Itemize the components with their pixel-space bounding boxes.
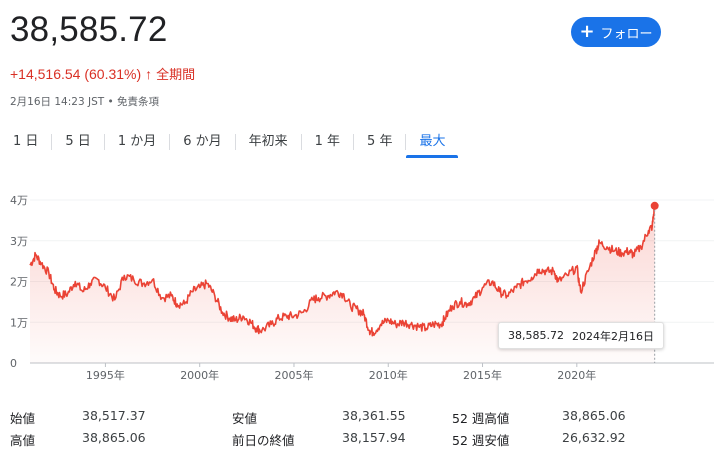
stat-52w-high: 52 週高値 38,865.06 [452,408,662,427]
stats-row: 高値 38,865.06 前日の終値 38,157.94 52 週安値 26,6… [10,428,710,450]
y-tick-label: 2万 [10,276,28,289]
arrow-up-icon: ↑ [145,65,153,82]
tooltip-value: 38,585.72 [508,329,564,342]
follow-label: フォロー [600,26,653,42]
stat-label: 52 週安値 [452,432,510,448]
tab-1m[interactable]: 1 か月 [105,132,169,158]
tab-1y[interactable]: 1 年 [302,132,353,158]
change-period: 全期間 [156,68,196,83]
stat-low: 安値 38,361.55 [232,408,452,427]
tab-5y[interactable]: 5 年 [354,132,405,158]
stat-label: 高値 [10,432,36,448]
tab-max[interactable]: 最大 [406,132,459,158]
stat-value: 38,517.37 [82,407,146,423]
stat-label: 安値 [232,410,258,426]
price-chart[interactable]: 0 1万 2万 3万 4万 1995年 2000年 2005年 2010年 2015年 2020年 [0,180,714,395]
tab-5d[interactable]: 5 日 [52,132,103,158]
stats-row: 始値 38,517.37 安値 38,361.55 52 週高値 38,865.… [10,406,710,428]
last-point-marker [650,201,659,210]
timestamp-disclaimer[interactable]: 2月16日 14:23 JST • 免責条項 [10,94,159,109]
x-tick-label: 2015年 [463,368,502,382]
stat-value: 26,632.92 [562,429,626,445]
plus-icon: + [579,21,595,42]
stat-high: 高値 38,865.06 [10,430,232,449]
key-stats: 始値 38,517.37 安値 38,361.55 52 週高値 38,865.… [10,406,710,450]
change-value: +14,516.54 (60.31%) [10,65,142,82]
stat-prev-close: 前日の終値 38,157.94 [232,430,452,449]
x-tick-label: 2020年 [557,368,596,382]
price-chart-svg[interactable]: 0 1万 2万 3万 4万 1995年 2000年 2005年 2010年 2015年 2020年 [0,180,714,395]
price-change: +14,516.54 (60.31%) ↑ 全期間 [10,64,196,84]
stat-value: 38,865.06 [82,429,146,445]
stat-value: 38,865.06 [562,407,626,423]
stat-52w-low: 52 週安値 26,632.92 [452,430,662,449]
stat-label: 52 週高値 [452,410,510,426]
tooltip-date: 2024年2月16日 [571,329,654,343]
tab-1d[interactable]: 1 日 [0,132,51,158]
x-tick-label: 2010年 [369,368,408,382]
hover-tooltip: 38,585.72 2024年2月16日 [498,322,664,349]
stat-open: 始値 38,517.37 [10,408,232,427]
y-tick-label: 4万 [10,194,28,207]
y-tick-label: 0 [10,357,17,370]
stat-label: 前日の終値 [232,432,295,448]
stat-label: 始値 [10,410,36,426]
x-tick-label: 2000年 [180,368,219,382]
follow-button[interactable]: + フォロー [571,17,661,47]
tab-ytd[interactable]: 年初来 [236,132,301,158]
x-tick-label: 2005年 [274,368,313,382]
y-tick-label: 1万 [10,316,28,329]
stat-value: 38,157.94 [342,429,406,445]
range-tabs: 1 日 5 日 1 か月 6 か月 年初来 1 年 5 年 最大 [0,132,459,158]
tab-6m[interactable]: 6 か月 [170,132,234,158]
x-tick-label: 1995年 [86,368,125,382]
price-value: 38,585.72 [10,10,168,49]
y-tick-label: 3万 [10,235,28,248]
stat-value: 38,361.55 [342,407,406,423]
